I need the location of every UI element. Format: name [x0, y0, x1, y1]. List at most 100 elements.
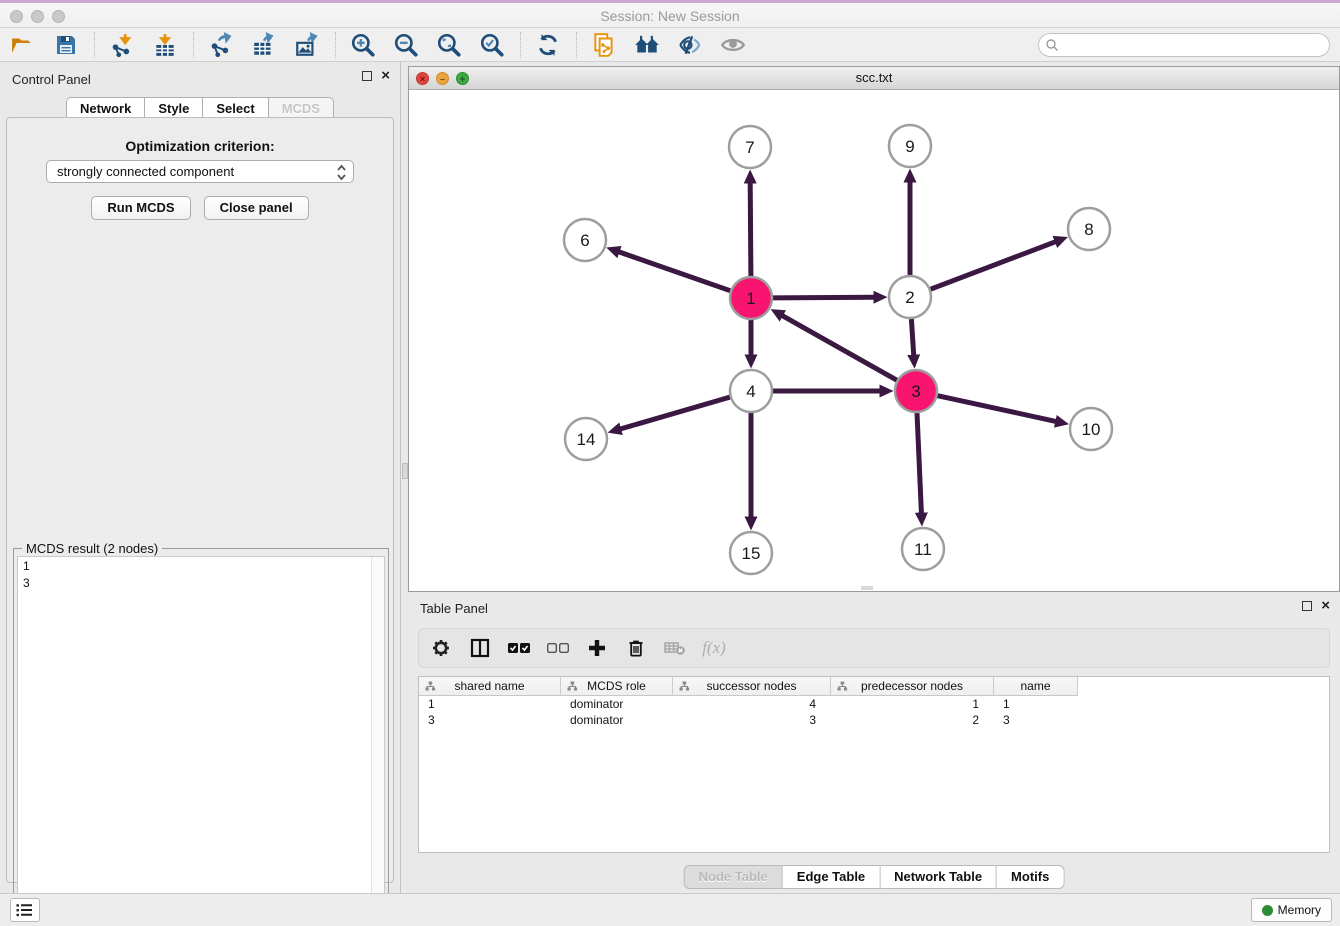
export-network-icon[interactable]: [206, 30, 236, 60]
delete-table-icon[interactable]: [663, 636, 687, 660]
close-panel-icon[interactable]: ×: [1321, 601, 1330, 611]
tab-motifs[interactable]: Motifs: [997, 865, 1064, 889]
result-scrollbar[interactable]: [371, 557, 384, 925]
table-row[interactable]: 1dominator411: [419, 696, 1329, 712]
svg-text:1: 1: [746, 289, 755, 308]
cell-shared-name[interactable]: 3: [419, 712, 561, 728]
column-header-MCDS-role[interactable]: MCDS role: [561, 677, 673, 696]
vertical-splitter[interactable]: [400, 62, 408, 893]
memory-button[interactable]: Memory: [1251, 898, 1332, 922]
node-table[interactable]: shared nameMCDS rolesuccessor nodesprede…: [418, 676, 1330, 853]
import-table-icon[interactable]: [150, 30, 180, 60]
network-window: × – + scc.txt 1 2 3 4 6 7 8 9 10 11 14 15: [408, 66, 1340, 592]
graph-edge-3-11[interactable]: [917, 413, 921, 513]
float-panel-icon[interactable]: [362, 71, 372, 81]
select-all-checkboxes-icon[interactable]: [507, 636, 531, 660]
tab-network-table[interactable]: Network Table: [880, 865, 997, 889]
graph-node-15[interactable]: 15: [730, 532, 772, 574]
table-toolbar: f(x): [418, 628, 1330, 668]
optimization-criterion-select[interactable]: strongly connected component: [46, 160, 354, 183]
graph-edge-3-1[interactable]: [782, 316, 896, 381]
refresh-layout-icon[interactable]: [533, 30, 563, 60]
svg-text:4: 4: [746, 382, 755, 401]
network-window-titlebar[interactable]: × – + scc.txt: [409, 67, 1339, 90]
column-header-predecessor-nodes[interactable]: predecessor nodes: [831, 677, 994, 696]
zoom-fit-icon[interactable]: [434, 30, 464, 60]
table-row[interactable]: 3dominator323: [419, 712, 1329, 728]
graph-edge-1-2[interactable]: [773, 297, 874, 298]
app-window: Session: New Session: [0, 0, 1340, 926]
tab-node-table[interactable]: Node Table: [684, 865, 783, 889]
export-table-icon[interactable]: [249, 30, 279, 60]
cell-successor-nodes[interactable]: 4: [673, 696, 831, 712]
cell-successor-nodes[interactable]: 3: [673, 712, 831, 728]
table-settings-icon[interactable]: [429, 636, 453, 660]
graph-edge-4-14[interactable]: [621, 397, 730, 429]
run-mcds-button[interactable]: Run MCDS: [91, 196, 190, 220]
graph-edge-2-3[interactable]: [911, 319, 913, 355]
task-history-button[interactable]: [10, 898, 40, 922]
svg-text:8: 8: [1084, 220, 1093, 239]
graph-node-6[interactable]: 6: [564, 219, 606, 261]
toolbar-separator: [193, 32, 194, 58]
column-header-name[interactable]: name: [994, 677, 1078, 696]
hide-selected-icon[interactable]: [675, 30, 705, 60]
clone-network-icon[interactable]: [589, 30, 619, 60]
svg-text:6: 6: [580, 231, 589, 250]
search-input[interactable]: [1038, 33, 1330, 57]
show-all-icon[interactable]: [718, 30, 748, 60]
statusbar: Memory: [0, 893, 1340, 926]
cell-MCDS-role[interactable]: dominator: [561, 712, 673, 728]
window-title: Session: New Session: [0, 8, 1340, 24]
mcds-result-title: MCDS result (2 nodes): [22, 541, 162, 556]
save-session-icon[interactable]: [51, 30, 81, 60]
graph-node-1[interactable]: 1: [730, 277, 772, 319]
open-session-icon[interactable]: [8, 30, 38, 60]
graph-node-14[interactable]: 14: [565, 418, 607, 460]
optimization-criterion-label: Optimization criterion:: [7, 138, 393, 154]
column-header-shared-name[interactable]: shared name: [419, 677, 561, 696]
zoom-selected-icon[interactable]: [477, 30, 507, 60]
close-panel-button[interactable]: Close panel: [204, 196, 309, 220]
close-panel-icon[interactable]: ×: [381, 71, 390, 81]
first-neighbors-icon[interactable]: [632, 30, 662, 60]
graph-edge-2-8[interactable]: [931, 242, 1056, 289]
graph-node-3[interactable]: 3: [895, 370, 937, 412]
memory-status-icon: [1262, 905, 1273, 916]
deselect-all-checkboxes-icon[interactable]: [546, 636, 570, 660]
svg-text:3: 3: [911, 382, 920, 401]
graph-edge-3-10[interactable]: [938, 396, 1056, 422]
graph-node-8[interactable]: 8: [1068, 208, 1110, 250]
graph-node-2[interactable]: 2: [889, 276, 931, 318]
tab-edge-table[interactable]: Edge Table: [783, 865, 880, 889]
graph-node-7[interactable]: 7: [729, 126, 771, 168]
network-canvas[interactable]: 1 2 3 4 6 7 8 9 10 11 14 15: [409, 90, 1339, 591]
table-body: 1dominator4113dominator323: [419, 696, 1329, 728]
svg-text:11: 11: [914, 540, 932, 559]
graph-node-10[interactable]: 10: [1070, 408, 1112, 450]
zoom-out-icon[interactable]: [391, 30, 421, 60]
graph-node-4[interactable]: 4: [730, 370, 772, 412]
table-panel: Table Panel ×: [408, 595, 1340, 893]
export-image-icon[interactable]: [292, 30, 322, 60]
canvas-grip[interactable]: [861, 586, 873, 590]
delete-column-icon[interactable]: [624, 636, 648, 660]
column-header-successor-nodes[interactable]: successor nodes: [673, 677, 831, 696]
cell-predecessor-nodes[interactable]: 2: [831, 712, 994, 728]
graph-node-9[interactable]: 9: [889, 125, 931, 167]
column-chooser-icon[interactable]: [468, 636, 492, 660]
cell-MCDS-role[interactable]: dominator: [561, 696, 673, 712]
zoom-in-icon[interactable]: [348, 30, 378, 60]
graph-edge-1-6[interactable]: [619, 252, 730, 291]
graph-edge-1-7[interactable]: [750, 183, 751, 276]
add-column-icon[interactable]: [585, 636, 609, 660]
graph-node-11[interactable]: 11: [902, 528, 944, 570]
cell-shared-name[interactable]: 1: [419, 696, 561, 712]
float-panel-icon[interactable]: [1302, 601, 1312, 611]
function-builder-icon[interactable]: f(x): [702, 636, 726, 660]
cell-name[interactable]: 1: [994, 696, 1078, 712]
cell-name[interactable]: 3: [994, 712, 1078, 728]
mcds-result-text[interactable]: 1 3: [17, 556, 385, 926]
import-network-icon[interactable]: [107, 30, 137, 60]
cell-predecessor-nodes[interactable]: 1: [831, 696, 994, 712]
